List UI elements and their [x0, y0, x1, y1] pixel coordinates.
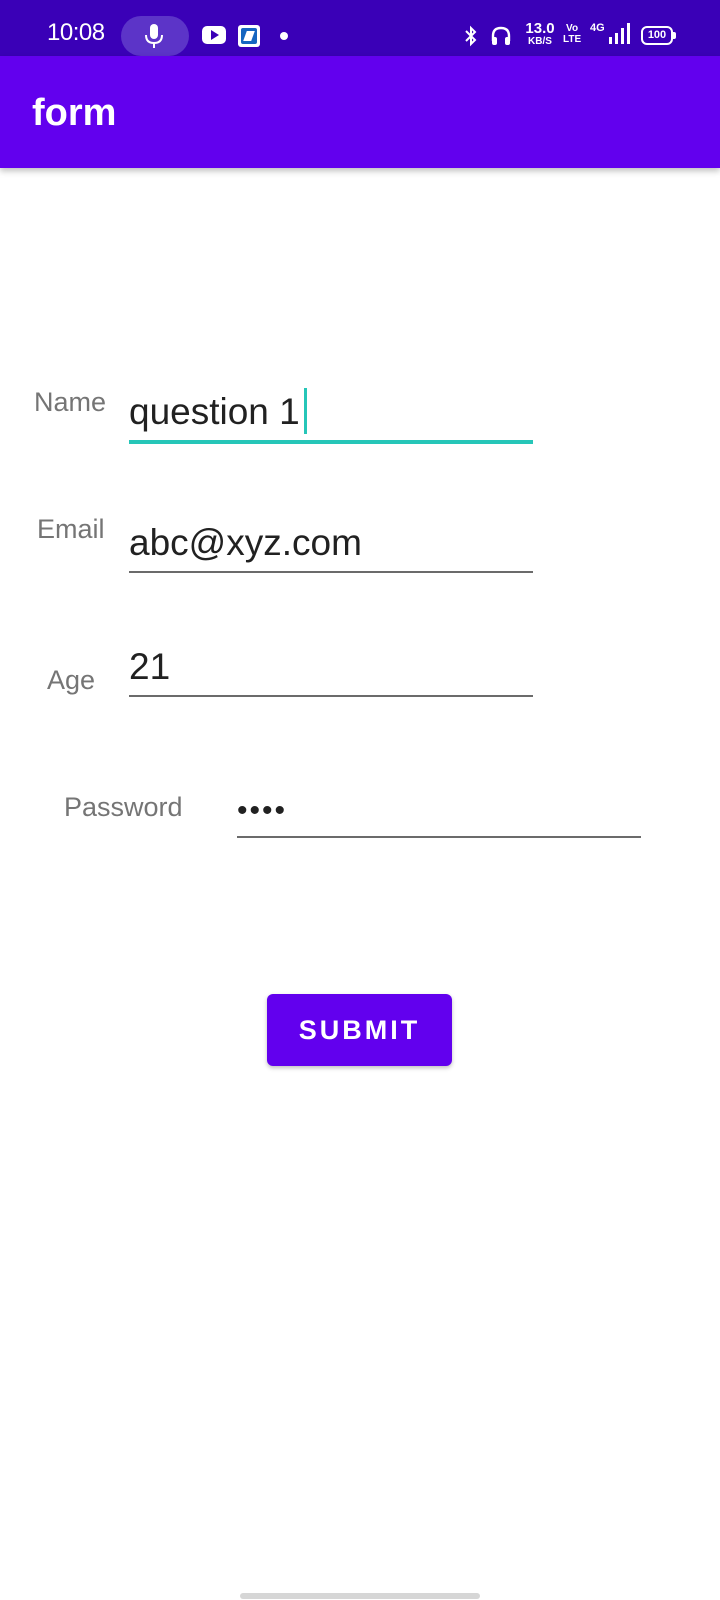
- battery-icon: 100: [641, 26, 676, 45]
- email-field[interactable]: abc@xyz.com: [129, 515, 533, 573]
- age-label: Age: [47, 665, 96, 695]
- password-field[interactable]: ••••: [237, 780, 641, 838]
- email-field-value: abc@xyz.com: [129, 522, 362, 563]
- age-field[interactable]: 21: [129, 639, 533, 697]
- password-field-value: ••••: [237, 794, 288, 827]
- name-field-value: question 1: [129, 391, 300, 432]
- app-notification-icon: [238, 25, 260, 47]
- submit-button[interactable]: SUBMIT: [267, 994, 452, 1066]
- network-type: 4G: [590, 22, 605, 34]
- bluetooth-icon: [465, 25, 477, 47]
- email-label: Email: [37, 514, 105, 544]
- network-speed-value: 13.0: [525, 20, 555, 37]
- age-field-value: 21: [129, 646, 171, 687]
- signal-strength-icon: [609, 23, 630, 44]
- name-field[interactable]: question 1: [129, 384, 533, 444]
- app-title: form: [32, 92, 117, 134]
- home-indicator[interactable]: [240, 1593, 480, 1599]
- app-bar: form: [0, 56, 720, 168]
- text-cursor: [303, 388, 307, 435]
- headphones-icon: [491, 26, 511, 45]
- microphone-icon: [145, 24, 163, 48]
- youtube-icon: [202, 26, 226, 44]
- status-bar: 10:08 13.0 KB/S Vo LTE 4G 100: [0, 0, 720, 56]
- network-speed: 13.0 KB/S: [522, 21, 558, 47]
- name-label: Name: [34, 387, 107, 417]
- status-time: 10:08: [47, 19, 105, 46]
- password-label: Password: [64, 792, 183, 822]
- volte-top: Vo: [566, 23, 579, 34]
- volte-bottom: LTE: [563, 34, 582, 45]
- volte-indicator: Vo LTE: [563, 23, 581, 45]
- network-speed-unit: KB/S: [528, 36, 552, 47]
- more-notifications-dot-icon: [280, 32, 288, 40]
- microphone-indicator: [121, 16, 189, 56]
